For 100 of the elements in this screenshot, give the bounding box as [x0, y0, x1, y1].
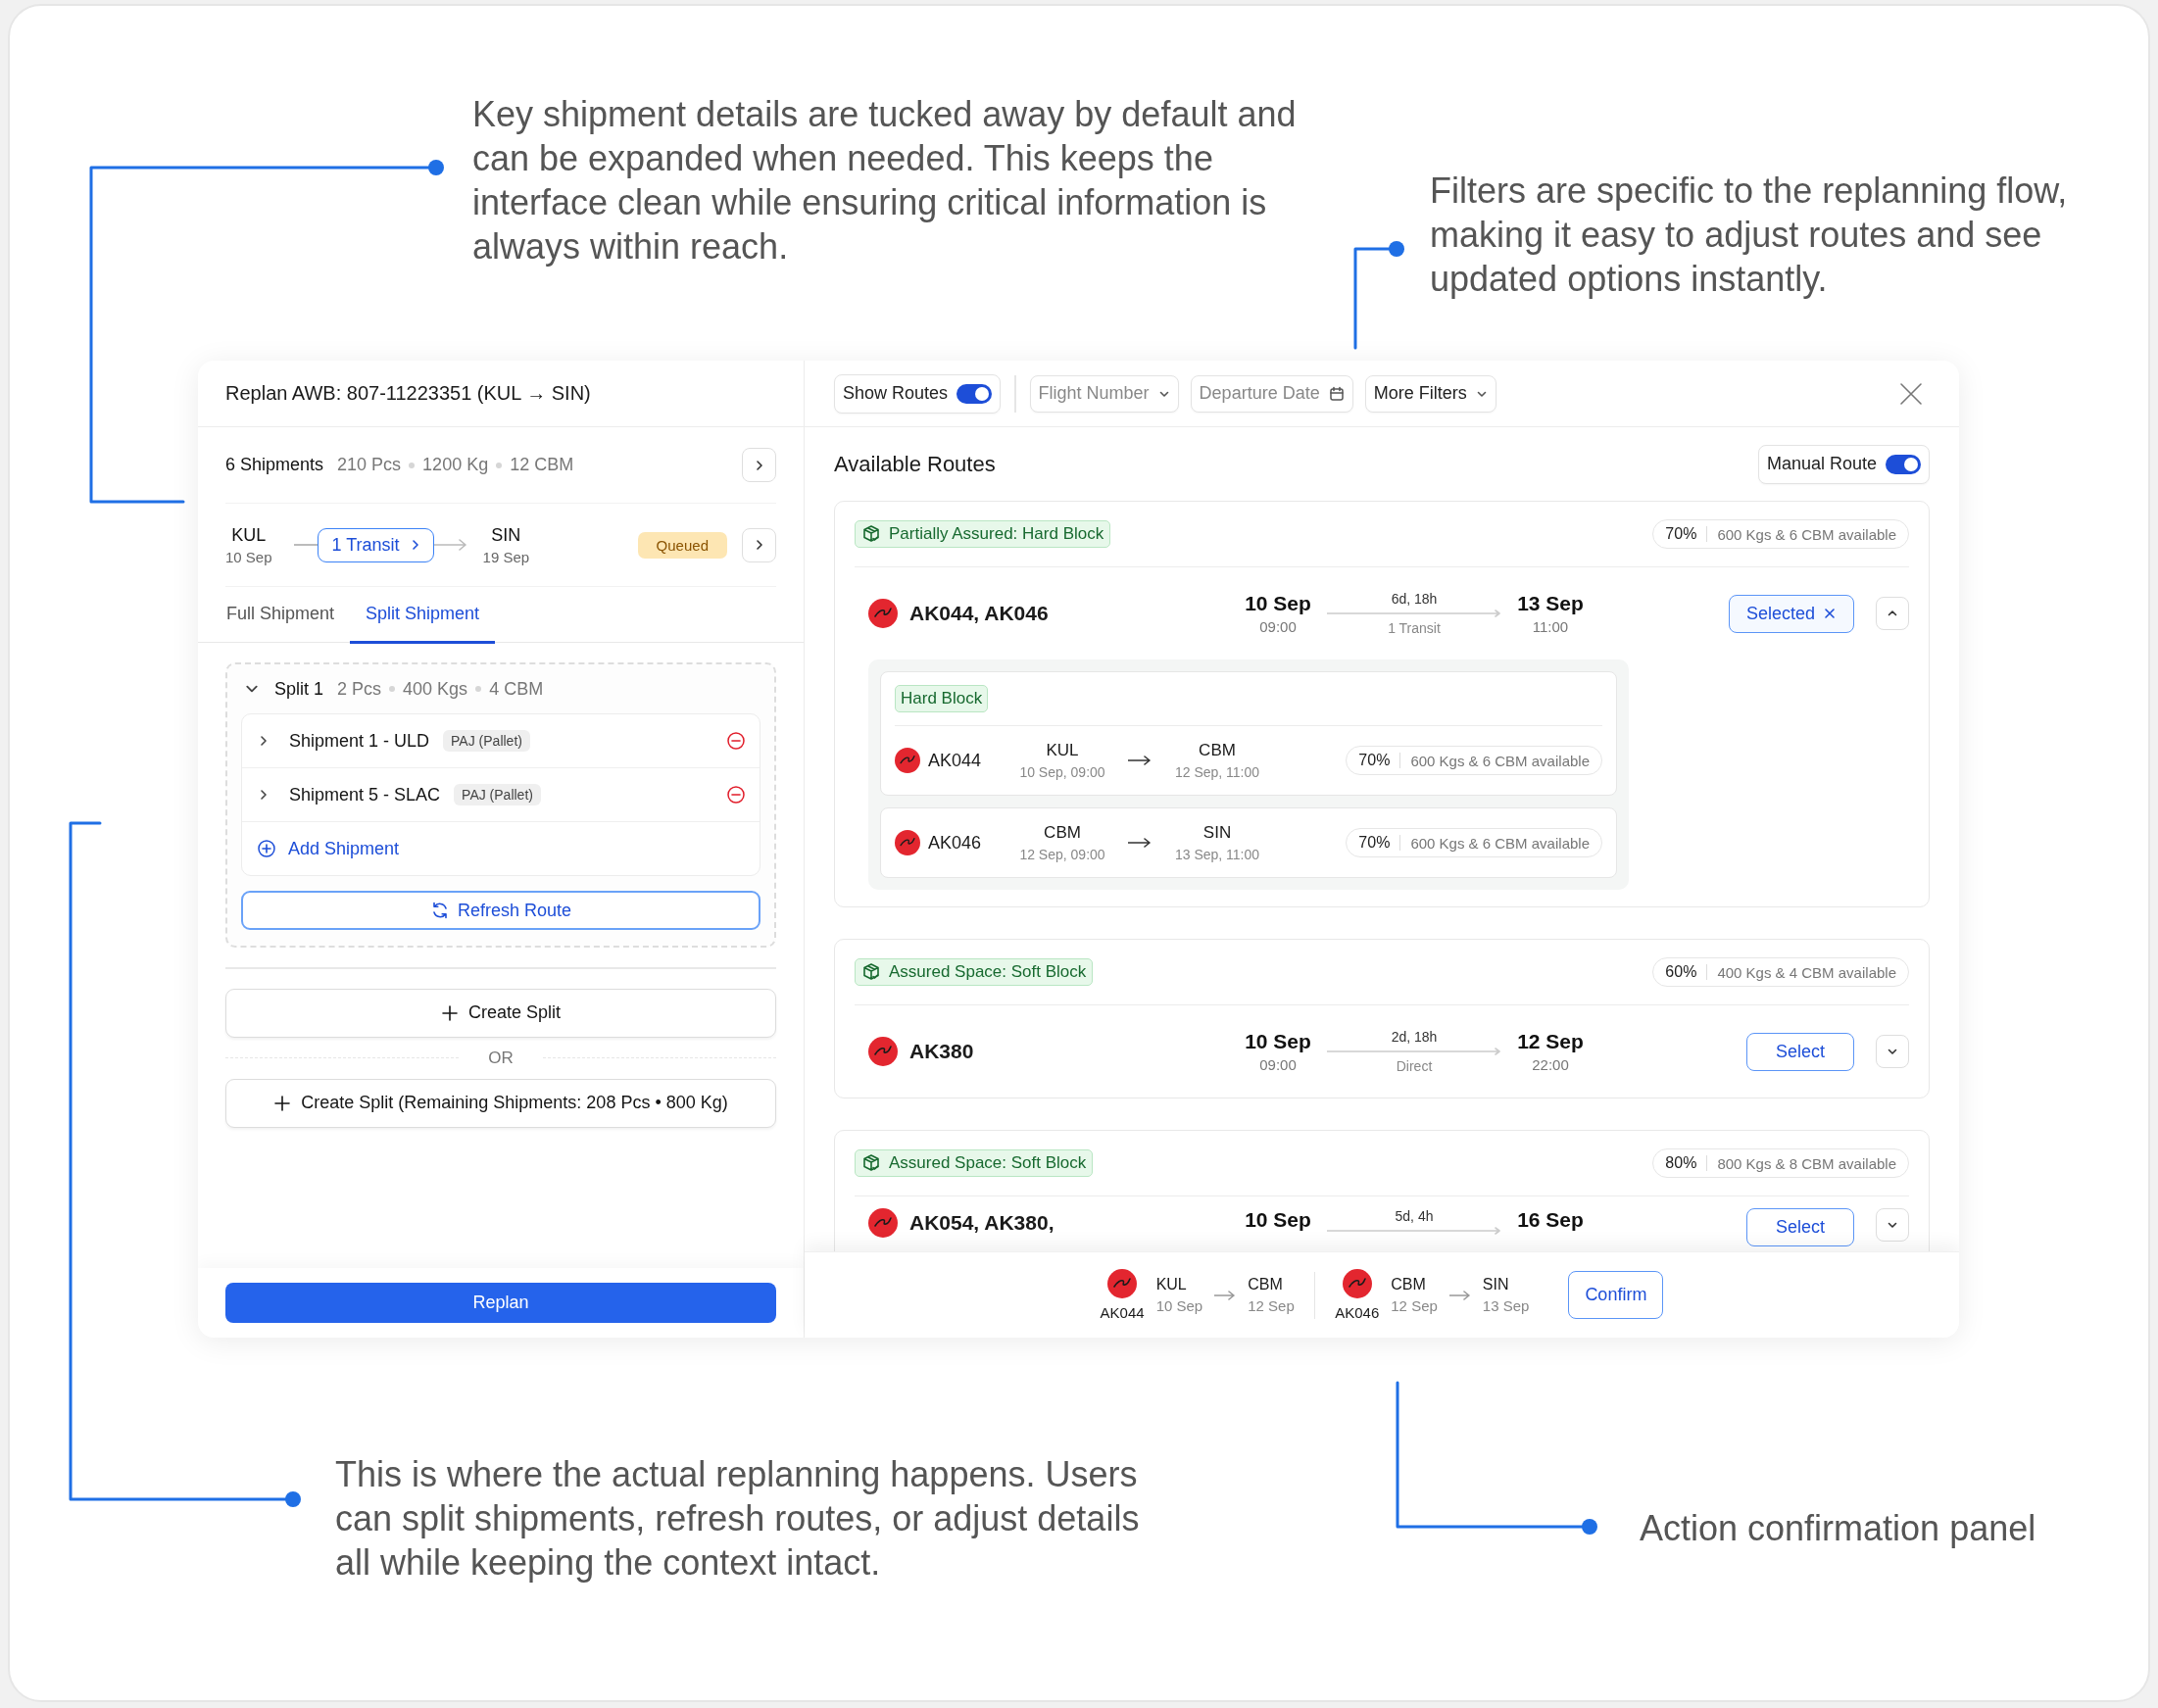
departure-date: 10 Sep — [1245, 592, 1311, 615]
chevron-right-icon[interactable] — [258, 789, 270, 801]
selected-button[interactable]: Selected — [1729, 594, 1854, 633]
chevron-right-icon[interactable] — [258, 735, 270, 747]
arrow-icon — [1327, 1048, 1501, 1055]
date-text: 19 Sep — [482, 548, 530, 565]
airport-code: KUL — [1155, 1276, 1188, 1293]
select-button[interactable]: Select — [1746, 1032, 1854, 1071]
add-shipment-button[interactable]: Add Shipment — [242, 822, 760, 875]
expand-button[interactable] — [742, 448, 776, 482]
route-line — [293, 544, 318, 546]
package-check-icon — [861, 962, 881, 982]
percent-text: 70% — [1358, 834, 1391, 852]
separator-text: OR — [488, 1048, 514, 1068]
annotation-text: This is where the actual replanning happens. Users can split shipments, refresh routes, or adjust details all while keeping the context intact. — [335, 1453, 1141, 1585]
stat-text: 1200 Kg — [422, 455, 489, 475]
package-check-icon — [861, 1153, 881, 1173]
shipment-name: Shipment 1 - ULD — [289, 730, 430, 752]
panel-title: Replan AWB: 807-11223351 (KUL → SIN) — [225, 382, 591, 405]
filter-dropdown[interactable]: Flight Number — [1029, 374, 1179, 413]
flight-number: AK046 — [1335, 1304, 1380, 1321]
plus-icon — [273, 1094, 292, 1112]
calendar-icon — [1328, 385, 1345, 402]
capacity-text: 800 Kgs & 8 CBM available — [1717, 1154, 1896, 1172]
stat-text: 2 Pcs — [337, 678, 382, 700]
annotation-text: Filters are specific to the replanning flow, making it easy to adjust routes and see updated options instantly. — [1430, 170, 2069, 301]
stat-text: 4 CBM — [489, 678, 544, 700]
shipment-tag: PAJ (Pallet) — [443, 730, 530, 752]
date-text: 12 Sep — [1391, 1297, 1438, 1314]
stat-text: 400 Kgs — [403, 678, 468, 700]
percent-text: 70% — [1358, 752, 1391, 769]
block-badge: Hard Block — [895, 685, 989, 712]
arrival-date: 16 Sep — [1517, 1208, 1584, 1232]
separator-dot — [496, 462, 503, 468]
airport-code: KUL — [1046, 741, 1079, 760]
close-icon[interactable] — [1898, 380, 1924, 407]
date-filter[interactable]: Departure Date — [1190, 374, 1353, 413]
logo-icon — [1342, 1269, 1372, 1298]
logo-icon — [868, 1208, 898, 1238]
date-text: 10 Sep — [225, 548, 272, 565]
tab[interactable]: Split Shipment — [350, 587, 496, 644]
stops-text: Direct — [1396, 1058, 1433, 1074]
separator-dot — [475, 686, 482, 692]
separator-dot — [389, 686, 396, 692]
flight-numbers: AK054, AK380, — [909, 1211, 1054, 1235]
arrow-icon — [433, 538, 467, 552]
toggle-label: Show Routes — [843, 383, 949, 404]
date-time: 12 Sep, 11:00 — [1174, 764, 1260, 780]
logo-icon — [895, 830, 920, 855]
arrow-icon — [1214, 1289, 1237, 1301]
select-button[interactable]: Select — [1746, 1208, 1854, 1246]
arrival-time: 22:00 — [1532, 1056, 1569, 1073]
logo-icon — [868, 599, 898, 628]
capacity-text: 600 Kgs & 6 CBM available — [1717, 525, 1896, 543]
departure-date: 10 Sep — [1245, 1030, 1311, 1053]
flight-number: AK044 — [928, 750, 982, 771]
toggle-switch[interactable] — [1886, 454, 1921, 474]
percent-text: 60% — [1665, 963, 1697, 981]
tab[interactable]: Full Shipment — [211, 587, 351, 644]
toggle-label: Manual Route — [1766, 454, 1877, 474]
stops-text: 1 Transit — [1388, 620, 1441, 636]
transit-button[interactable]: 1 Transit — [317, 527, 434, 562]
airport-code: SIN — [1482, 1276, 1510, 1293]
shipment-tag: PAJ (Pallet) — [454, 784, 541, 805]
duration-text: 2d, 18h — [1391, 1029, 1438, 1045]
section-heading: Available Routes — [834, 451, 996, 477]
create-split-button[interactable]: Create Split — [225, 988, 776, 1038]
airport-code: CBM — [1391, 1276, 1427, 1293]
toggle-switch[interactable] — [956, 383, 993, 404]
assurance-badge: Assured Space: Soft Block — [855, 958, 1094, 986]
stat-text: 210 Pcs — [337, 455, 402, 475]
flight-number: AK044 — [1100, 1304, 1145, 1321]
arrival-time: 11:00 — [1532, 618, 1569, 635]
assurance-badge: Partially Assured: Hard Block — [855, 520, 1111, 548]
percent-text: 80% — [1665, 1154, 1697, 1172]
logo-icon — [1107, 1269, 1138, 1298]
flight-numbers: AK044, AK046 — [909, 602, 1049, 625]
create-split-button[interactable]: Create Split (Remaining Shipments: 208 Pcs • 800 Kg) — [225, 1078, 776, 1128]
remove-icon[interactable] — [726, 731, 746, 751]
arrow-icon — [1448, 1289, 1471, 1301]
confirm-button[interactable]: Confirm — [1568, 1271, 1664, 1319]
flight-numbers: AK380 — [909, 1040, 974, 1063]
arrow-icon — [1128, 755, 1152, 766]
capacity-text: 600 Kgs & 6 CBM available — [1410, 752, 1590, 769]
assurance-badge: Assured Space: Soft Block — [855, 1149, 1094, 1177]
refresh-route-button[interactable]: Refresh Route — [241, 891, 760, 930]
logo-icon — [868, 1037, 898, 1066]
separator-dot — [409, 462, 416, 468]
date-text: 10 Sep — [1155, 1297, 1203, 1314]
airport-code: CBM — [1044, 823, 1081, 843]
replan-button[interactable]: Replan — [225, 1283, 776, 1323]
date-text: 13 Sep — [1482, 1297, 1530, 1314]
flight-number: AK046 — [928, 832, 982, 854]
filter-dropdown[interactable]: More Filters — [1364, 374, 1496, 413]
departure-time: 09:00 — [1259, 1056, 1297, 1073]
expand-button[interactable] — [742, 527, 776, 562]
date-time: 13 Sep, 11:00 — [1174, 847, 1260, 862]
remove-icon[interactable] — [726, 785, 746, 805]
arrow-icon — [1327, 610, 1501, 617]
logo-icon — [895, 748, 920, 773]
